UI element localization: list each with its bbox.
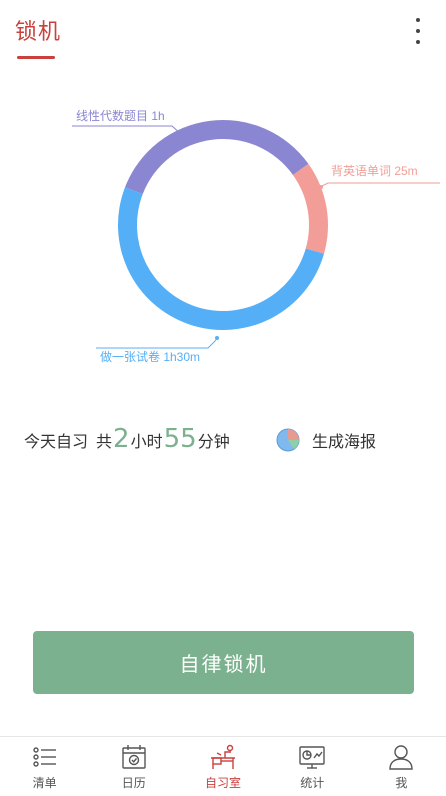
generate-poster-button[interactable]: 生成海报 — [276, 428, 376, 452]
more-options-icon[interactable] — [412, 18, 424, 44]
list-icon — [32, 747, 56, 767]
tab-label: 日历 — [121, 776, 146, 790]
page-title: 锁机 — [15, 20, 62, 45]
bottom-tab-bar: 清单 日历 自习室 统计 我 — [0, 736, 446, 796]
tab-label: 我 — [395, 776, 408, 790]
tab-label: 自习室 — [205, 776, 242, 790]
calendar-icon — [122, 745, 146, 769]
leader-line-english-words — [321, 182, 440, 187]
generate-poster-label: 生成海报 — [312, 432, 377, 451]
pie-chart-icon — [276, 428, 300, 452]
slice-label-english-words: 背英语单词 25m — [331, 164, 418, 178]
donut-slice-0 — [124, 119, 309, 195]
study-time-donut-chart: 线性代数题目 1h 背英语单词 25m 做一张试卷 1h30m — [72, 108, 440, 364]
slice-label-exam-paper: 做一张试卷 1h30m — [100, 349, 200, 364]
stats-total-label: 共 — [96, 432, 113, 451]
study-room-icon — [211, 744, 235, 769]
tab-study-room[interactable]: 自习室 — [178, 737, 267, 796]
leader-line-linear-algebra — [72, 125, 182, 135]
donut-slice-1 — [292, 163, 328, 254]
title-underline — [17, 56, 55, 59]
tab-label: 清单 — [32, 776, 57, 790]
stats-hours: 2 — [113, 424, 130, 454]
self-discipline-lock-button[interactable]: 自律锁机 — [33, 631, 414, 694]
lock-screen-page: 锁机 线性代数题目 1h 背英语单词 25m 做一张试卷 1h30m 今天自习 … — [0, 0, 446, 796]
profile-icon — [389, 745, 414, 770]
tab-statistics[interactable]: 统计 — [268, 737, 357, 796]
stats-minutes: 55 — [163, 424, 197, 454]
stats-hours-unit: 小时 — [130, 432, 163, 451]
leader-dot-linear-algebra — [179, 134, 183, 138]
stats-prefix: 今天自习 — [24, 432, 89, 451]
donut-slice-2 — [118, 187, 325, 330]
stats-icon — [299, 746, 325, 769]
tab-list[interactable]: 清单 — [0, 737, 89, 796]
leader-dot-exam-paper — [215, 336, 219, 340]
tab-calendar[interactable]: 日历 — [89, 737, 178, 796]
leader-line-exam-paper — [96, 339, 217, 349]
today-study-summary: 今天自习 共 2 小时 55 分钟 — [24, 424, 230, 454]
tab-profile[interactable]: 我 — [357, 737, 446, 796]
leader-dot-english-words — [319, 185, 323, 189]
stats-minutes-unit: 分钟 — [197, 432, 230, 451]
tab-label: 统计 — [300, 776, 325, 790]
slice-label-linear-algebra: 线性代数题目 1h — [76, 108, 165, 123]
